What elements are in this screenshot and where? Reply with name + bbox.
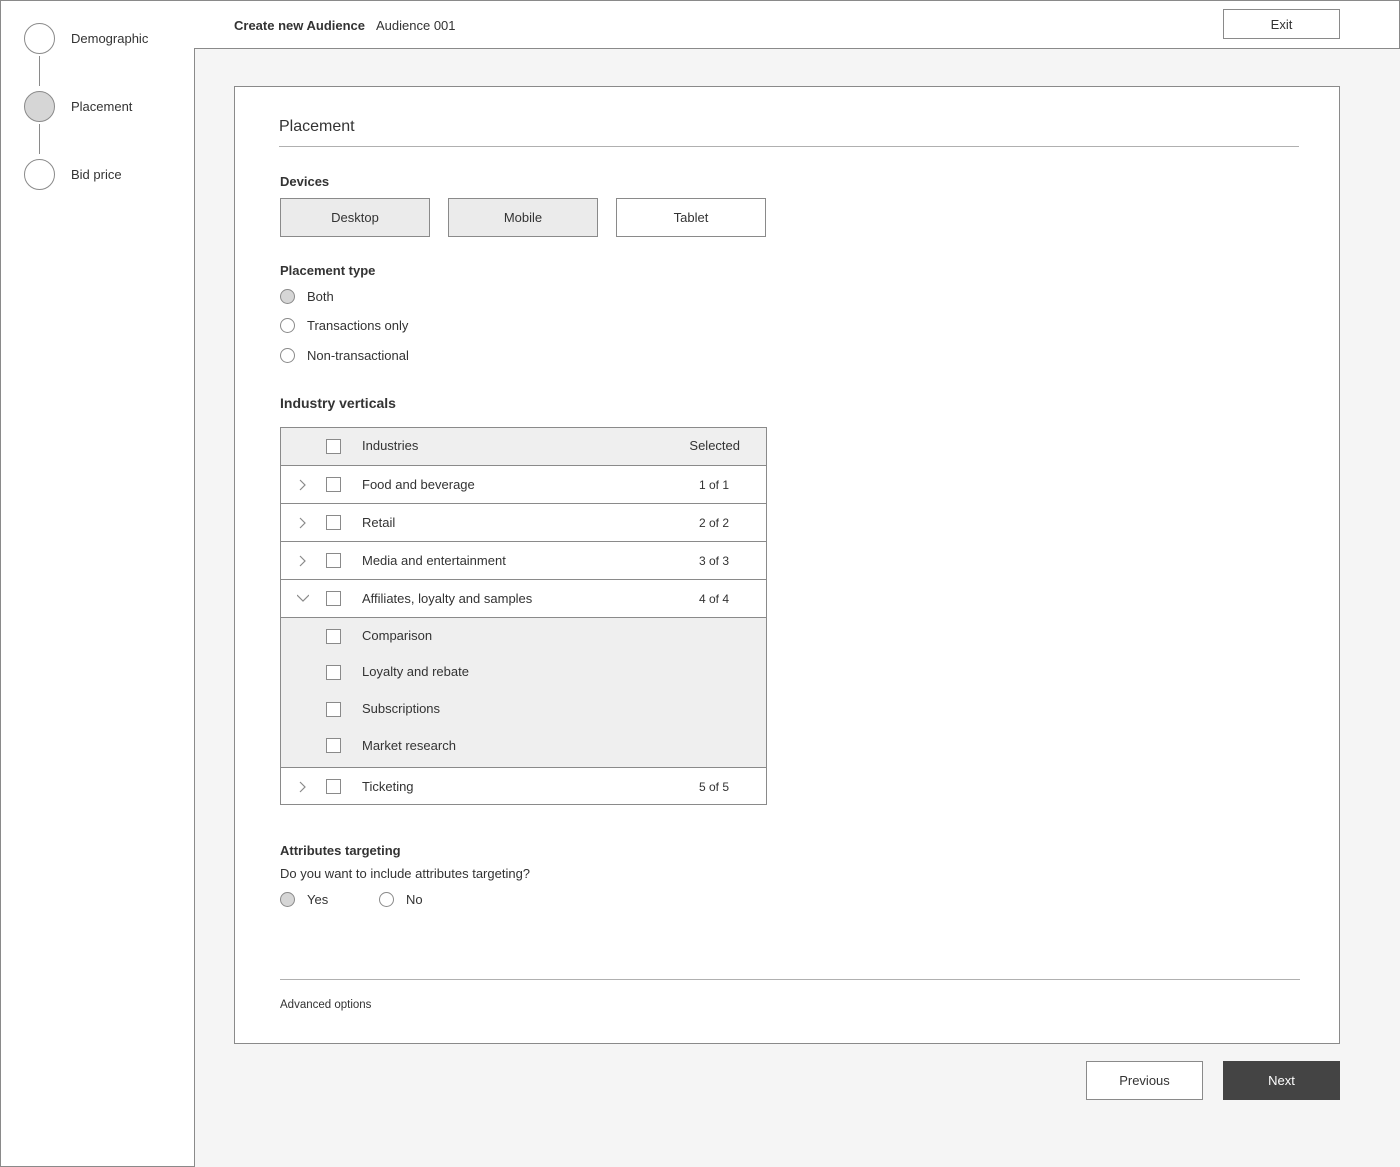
row-checkbox[interactable] (326, 477, 341, 492)
page-title: Create new Audience (234, 18, 366, 33)
row-label: Ticketing (362, 779, 414, 794)
placement-card: Placement Devices Desktop Mobile Tablet … (234, 86, 1340, 1044)
top-header: Create new Audience Audience 001 Exit (194, 0, 1400, 49)
radio-checked-icon[interactable] (280, 892, 295, 907)
device-tablet-button[interactable]: Tablet (616, 198, 766, 237)
sub-row-checkbox[interactable] (326, 665, 341, 680)
sub-row-checkbox[interactable] (326, 629, 341, 644)
radio-label: Transactions only (307, 318, 409, 333)
row-label: Food and beverage (362, 477, 475, 492)
radio-label: Yes (307, 892, 329, 907)
radio-no[interactable]: No (379, 892, 423, 907)
row-count: 5 of 5 (699, 780, 730, 794)
table-row: Ticketing 5 of 5 (281, 769, 766, 805)
sub-row-checkbox[interactable] (326, 738, 341, 753)
column-header-selected: Selected (689, 438, 740, 453)
sub-row-checkbox[interactable] (326, 702, 341, 717)
audience-name: Audience 001 (376, 18, 456, 33)
column-header-industries: Industries (362, 438, 419, 453)
row-label: Media and entertainment (362, 553, 506, 568)
step-label: Demographic (71, 31, 149, 46)
divider (280, 979, 1300, 980)
radio-non-transactional[interactable]: Non-transactional (280, 348, 409, 363)
table-row-expanded: Affiliates, loyalty and samples 4 of 4 (281, 580, 766, 618)
placement-type-label: Placement type (280, 263, 376, 278)
attributes-question: Do you want to include attributes target… (280, 866, 531, 881)
radio-unchecked-icon[interactable] (280, 318, 295, 333)
row-label: Retail (362, 515, 396, 530)
row-count: 2 of 2 (699, 516, 730, 530)
device-mobile-button[interactable]: Mobile (448, 198, 598, 237)
table-row: Food and beverage 1 of 1 (281, 466, 766, 504)
step-sidebar: Demographic Placement Bid price (0, 0, 195, 1167)
radio-both[interactable]: Both (280, 289, 334, 304)
industry-table: Industries Selected Food and beverage 1 … (280, 427, 767, 805)
radio-label: Non-transactional (307, 348, 409, 363)
select-all-checkbox[interactable] (326, 439, 341, 454)
chevron-down-icon[interactable] (297, 592, 309, 604)
row-checkbox[interactable] (326, 515, 341, 530)
chevron-right-icon[interactable] (297, 517, 309, 529)
sub-row-label: Comparison (362, 628, 433, 643)
sub-row-label: Subscriptions (362, 701, 441, 716)
step-connector (39, 124, 40, 154)
sub-rows-panel: Comparison Loyalty and rebate Subscripti… (281, 618, 766, 768)
sub-row-label: Market research (362, 738, 456, 753)
step-circle-active-icon (24, 91, 55, 122)
step-demographic[interactable]: Demographic (24, 23, 148, 54)
step-label: Bid price (71, 167, 122, 182)
chevron-right-icon[interactable] (297, 479, 309, 491)
step-circle-icon (24, 159, 55, 190)
radio-transactions-only[interactable]: Transactions only (280, 318, 408, 333)
divider (279, 146, 1299, 147)
sub-row-label: Loyalty and rebate (362, 664, 469, 679)
table-row: Media and entertainment 3 of 3 (281, 542, 766, 580)
chevron-right-icon[interactable] (297, 781, 309, 793)
row-count: 1 of 1 (699, 478, 730, 492)
row-count: 3 of 3 (699, 554, 730, 568)
row-checkbox[interactable] (326, 591, 341, 606)
section-title: Placement (279, 118, 355, 135)
row-label: Affiliates, loyalty and samples (362, 591, 533, 606)
step-placement[interactable]: Placement (24, 91, 132, 122)
device-desktop-button[interactable]: Desktop (280, 198, 430, 237)
table-header-row: Industries Selected (281, 428, 766, 466)
row-count: 4 of 4 (699, 592, 730, 606)
previous-button[interactable]: Previous (1086, 1061, 1203, 1100)
radio-label: Both (307, 289, 334, 304)
exit-button[interactable]: Exit (1223, 9, 1340, 39)
step-label: Placement (71, 99, 133, 114)
industry-verticals-label: Industry verticals (280, 395, 396, 411)
radio-unchecked-icon[interactable] (280, 348, 295, 363)
devices-label: Devices (280, 174, 330, 189)
row-checkbox[interactable] (326, 553, 341, 568)
table-row: Retail 2 of 2 (281, 504, 766, 542)
attributes-label: Attributes targeting (280, 843, 401, 858)
advanced-options-link[interactable]: Advanced options (280, 999, 371, 1011)
chevron-right-icon[interactable] (297, 555, 309, 567)
step-connector (39, 56, 40, 86)
next-button[interactable]: Next (1223, 1061, 1340, 1100)
row-checkbox[interactable] (326, 779, 341, 794)
radio-checked-icon[interactable] (280, 289, 295, 304)
radio-label: No (406, 892, 423, 907)
radio-yes[interactable]: Yes (280, 892, 328, 907)
radio-unchecked-icon[interactable] (379, 892, 394, 907)
step-bid-price[interactable]: Bid price (24, 159, 122, 190)
step-circle-icon (24, 23, 55, 54)
